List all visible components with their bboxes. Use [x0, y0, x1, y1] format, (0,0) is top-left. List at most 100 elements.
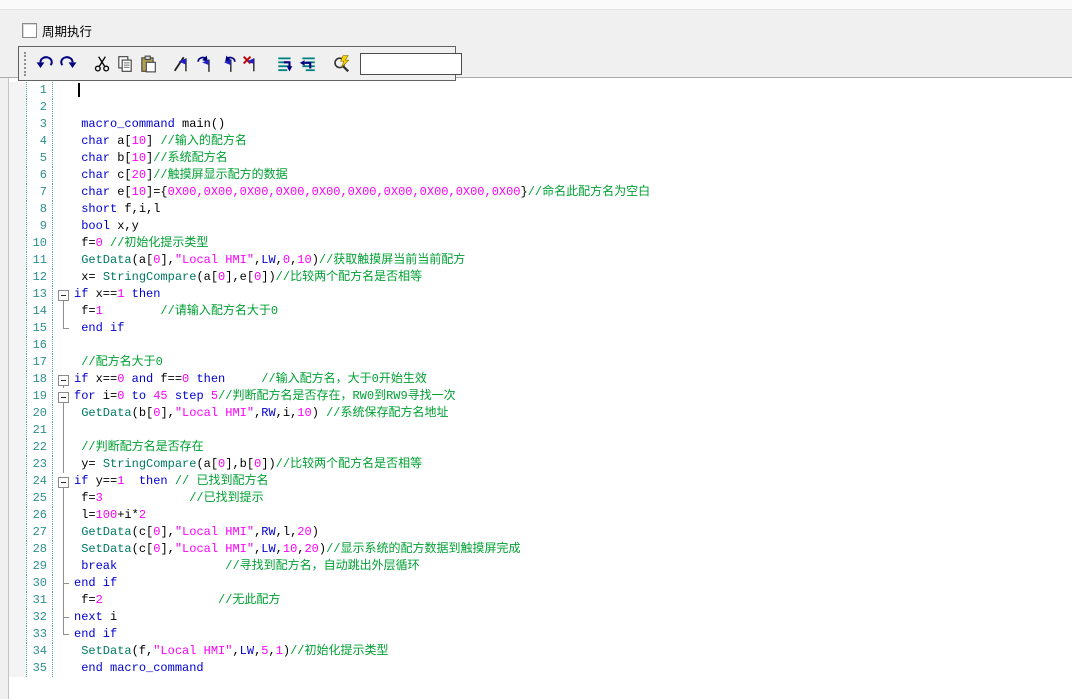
goto-next-line-button[interactable] [274, 53, 295, 75]
line-number: 29 [26, 558, 53, 575]
paste-button[interactable] [137, 53, 158, 75]
cut-button[interactable] [91, 53, 112, 75]
code-line[interactable]: 34 SetData(f,"Local HMI",LW,5,1)//初始化提示类… [9, 643, 1072, 660]
fold-margin [53, 82, 74, 99]
code-line[interactable]: 1 [9, 82, 1072, 99]
code-line[interactable]: 17 //配方名大于0 [9, 354, 1072, 371]
fold-margin [53, 184, 74, 201]
code-line[interactable]: 24if y==1 then // 已找到配方名 [9, 473, 1072, 490]
next-bookmark-button[interactable] [194, 53, 215, 75]
code-line[interactable]: 20 GetData(b[0],"Local HMI",RW,i,10) //系… [9, 405, 1072, 422]
code-line[interactable]: 30end if [9, 575, 1072, 592]
line-number: 1 [26, 82, 53, 99]
undo-button[interactable] [34, 53, 55, 75]
line-number: 7 [26, 184, 53, 201]
toolbar-gripper[interactable] [24, 52, 26, 76]
code-line[interactable]: 10 f=0 //初始化提示类型 [9, 235, 1072, 252]
code-line[interactable]: 9 bool x,y [9, 218, 1072, 235]
code-line[interactable]: 21 [9, 422, 1072, 439]
line-number: 13 [26, 286, 53, 303]
code-line[interactable]: 32next i [9, 609, 1072, 626]
fold-margin [53, 269, 74, 286]
line-number: 8 [26, 201, 53, 218]
fold-collapse-icon[interactable] [53, 388, 74, 405]
code-line[interactable]: 35 end macro_command [9, 660, 1072, 677]
code-text: f=3 //已找到提示 [74, 490, 1072, 507]
code-line[interactable]: 8 short f,i,l [9, 201, 1072, 218]
previous-bookmark-button[interactable] [217, 53, 238, 75]
find-keyword-button[interactable] [331, 53, 352, 75]
bookmark-margin [9, 473, 26, 490]
fold-margin [53, 99, 74, 116]
code-line[interactable]: 2 [9, 99, 1072, 116]
code-line[interactable]: 4 char a[10] //输入的配方名 [9, 133, 1072, 150]
code-line[interactable]: 12 x= StringCompare(a[0],e[0])//比较两个配方名是… [9, 269, 1072, 286]
code-lines: 123 macro_command main()4 char a[10] //输… [9, 82, 1072, 677]
code-line[interactable]: 22 //判断配方名是否存在 [9, 439, 1072, 456]
code-text [74, 82, 1072, 99]
code-line[interactable]: 33end if [9, 626, 1072, 643]
toggle-bookmark-button[interactable] [171, 53, 192, 75]
code-text: //配方名大于0 [74, 354, 1072, 371]
code-line[interactable]: 19for i=0 to 45 step 5//判断配方名是否存在，RW0到RW… [9, 388, 1072, 405]
fold-guide-line [53, 456, 74, 473]
code-line[interactable]: 3 macro_command main() [9, 116, 1072, 133]
fold-guide-line [53, 609, 74, 626]
line-number: 33 [26, 626, 53, 643]
code-text: f=1 //请输入配方名大于0 [74, 303, 1072, 320]
code-line[interactable]: 13if x==1 then [9, 286, 1072, 303]
macro-editor-window: { "checkbox": { "label": "周期执行", "checke… [0, 0, 1072, 699]
bookmark-margin [9, 388, 26, 405]
bookmark-margin [9, 184, 26, 201]
fold-margin [53, 235, 74, 252]
bookmark-margin [9, 592, 26, 609]
code-line[interactable]: 28 SetData(c[0],"Local HMI",LW,10,20)//显… [9, 541, 1072, 558]
line-number: 31 [26, 592, 53, 609]
code-line[interactable]: 16 [9, 337, 1072, 354]
bookmark-margin [9, 116, 26, 133]
code-line[interactable]: 25 f=3 //已找到提示 [9, 490, 1072, 507]
line-number: 2 [26, 99, 53, 116]
code-text: next i [74, 609, 1072, 626]
code-text: short f,i,l [74, 201, 1072, 218]
redo-button[interactable] [57, 53, 78, 75]
periodic-execution-label: 周期执行 [42, 21, 92, 40]
fold-guide-line [53, 320, 74, 337]
periodic-execution-option[interactable]: 周期执行 [22, 21, 92, 40]
code-text: macro_command main() [74, 116, 1072, 133]
fold-guide-line [53, 524, 74, 541]
copy-button[interactable] [114, 53, 135, 75]
code-line[interactable]: 31 f=2 //无此配方 [9, 592, 1072, 609]
code-line[interactable]: 6 char c[20]//触摸屏显示配方的数据 [9, 167, 1072, 184]
fold-collapse-icon[interactable] [53, 371, 74, 388]
code-line[interactable]: 26 l=100+i*2 [9, 507, 1072, 524]
code-text: end macro_command [74, 660, 1072, 677]
code-line[interactable]: 23 y= StringCompare(a[0],b[0])//比较两个配方名是… [9, 456, 1072, 473]
line-number: 28 [26, 541, 53, 558]
keyword-search-input[interactable] [360, 53, 462, 75]
code-line[interactable]: 5 char b[10]//系统配方名 [9, 150, 1072, 167]
code-line[interactable]: 29 break //寻找到配方名，自动跳出外层循环 [9, 558, 1072, 575]
line-number: 18 [26, 371, 53, 388]
goto-prev-line-button[interactable] [297, 53, 318, 75]
lines-prev-icon [299, 55, 317, 73]
code-line[interactable]: 11 GetData(a[0],"Local HMI",LW,0,10)//获取… [9, 252, 1072, 269]
code-line[interactable]: 7 char e[10]={0X00,0X00,0X00,0X00,0X00,0… [9, 184, 1072, 201]
fold-margin [53, 252, 74, 269]
fold-collapse-icon[interactable] [53, 286, 74, 303]
code-line[interactable]: 15 end if [9, 320, 1072, 337]
code-editor[interactable]: 123 macro_command main()4 char a[10] //输… [8, 78, 1072, 699]
code-line[interactable]: 18if x==0 and f==0 then //输入配方名，大于0开始生效 [9, 371, 1072, 388]
line-number: 27 [26, 524, 53, 541]
code-line[interactable]: 27 GetData(c[0],"Local HMI",RW,l,20) [9, 524, 1072, 541]
code-line[interactable]: 14 f=1 //请输入配方名大于0 [9, 303, 1072, 320]
line-number: 34 [26, 643, 53, 660]
fold-guide-line [53, 422, 74, 439]
fold-collapse-icon[interactable] [53, 473, 74, 490]
clear-bookmarks-button[interactable] [240, 53, 261, 75]
periodic-execution-checkbox[interactable] [22, 23, 37, 38]
bookmark-margin [9, 541, 26, 558]
code-text: end if [74, 575, 1072, 592]
fold-margin [53, 337, 74, 354]
code-text: l=100+i*2 [74, 507, 1072, 524]
